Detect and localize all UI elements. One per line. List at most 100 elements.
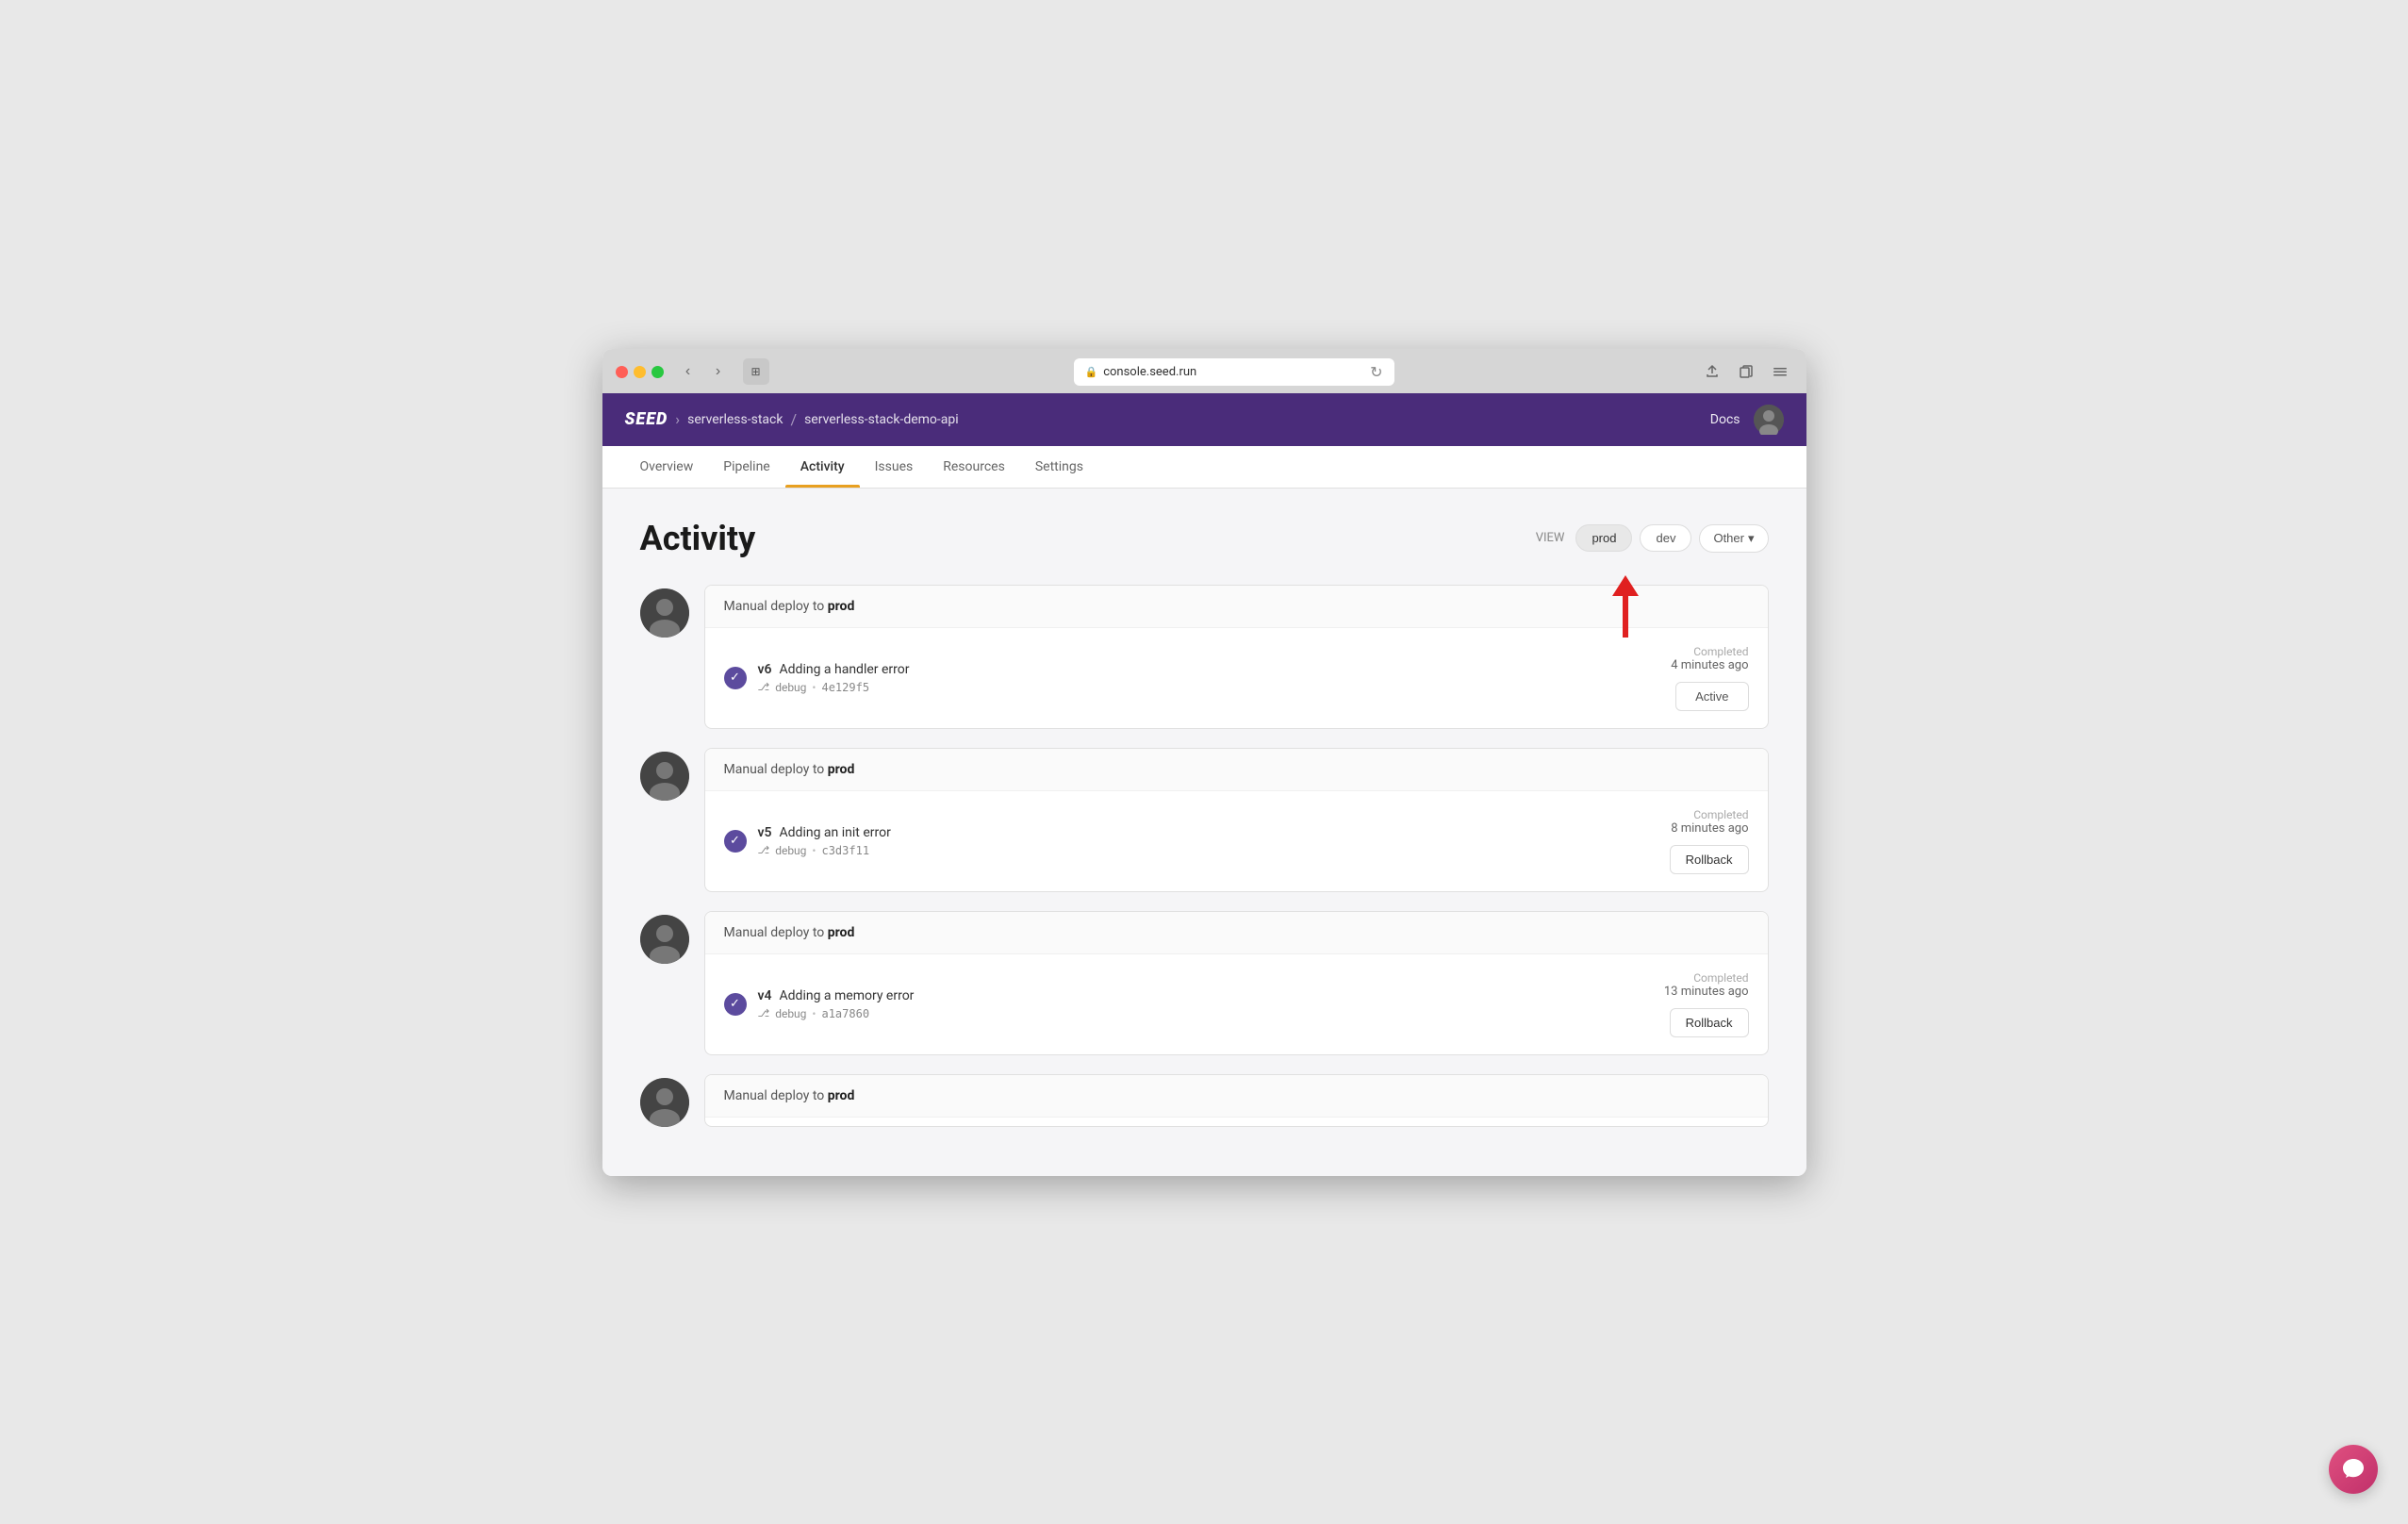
chevron-down-icon: ▾	[1748, 531, 1755, 546]
traffic-lights	[616, 366, 664, 378]
commit-1: 4e129f5	[821, 681, 869, 694]
tab-activity[interactable]: Activity	[785, 446, 860, 488]
breadcrumb-app[interactable]: serverless-stack-demo-api	[804, 412, 959, 427]
deploy-env-1: prod	[828, 599, 855, 614]
version-meta-2: ⎇ debug • c3d3f11	[758, 844, 1658, 857]
time-label-1: 4 minutes ago	[1671, 658, 1748, 672]
tab-pipeline[interactable]: Pipeline	[708, 446, 785, 488]
branch-1: debug	[775, 681, 806, 694]
activity-group-3: Manual deploy to prod ✓ v4 Adding a memo…	[640, 911, 1769, 1055]
deploy-text-1: Manual deploy to prod	[724, 599, 855, 614]
status-time-1: Completed 4 minutes ago	[1671, 645, 1748, 672]
activity-card-header-1: Manual deploy to prod	[705, 586, 1768, 628]
active-button-1[interactable]: Active	[1675, 682, 1748, 711]
close-button[interactable]	[616, 366, 628, 378]
activity-actions-2: Completed 8 minutes ago Rollback	[1670, 808, 1749, 874]
status-time-2: Completed 8 minutes ago	[1671, 808, 1748, 836]
activity-card-body-3: ✓ v4 Adding a memory error ⎇ debug • a1a…	[705, 954, 1768, 1054]
activity-card-body-1: ✓ v6 Adding a handler error ⎇ debug • 4e…	[705, 628, 1768, 728]
main-content: Activity VIEW prod dev Other ▾	[602, 489, 1806, 1176]
branch-2: debug	[775, 844, 806, 857]
activity-card-header-3: Manual deploy to prod	[705, 912, 1768, 954]
view-label: VIEW	[1536, 531, 1565, 545]
version-line-1: v6 Adding a handler error	[758, 662, 1660, 677]
deploy-env-4: prod	[828, 1088, 855, 1103]
deploy-env-3: prod	[828, 925, 855, 940]
app-header: SEED › serverless-stack / serverless-sta…	[602, 393, 1806, 446]
time-label-2: 8 minutes ago	[1671, 821, 1748, 836]
activity-avatar-4	[640, 1078, 689, 1127]
back-button[interactable]: ‹	[675, 358, 701, 385]
tab-overview[interactable]: Overview	[625, 446, 709, 488]
version-info-3: v4 Adding a memory error ⎇ debug • a1a78…	[758, 988, 1653, 1020]
arrow-shaft	[1623, 596, 1628, 638]
activity-card-body-2: ✓ v5 Adding an init error ⎇ debug • c3d3…	[705, 791, 1768, 891]
activity-actions-3: Completed 13 minutes ago Rollback	[1664, 971, 1749, 1037]
status-time-3: Completed 13 minutes ago	[1664, 971, 1749, 999]
version-line-2: v5 Adding an init error	[758, 825, 1658, 840]
more-button[interactable]	[1767, 358, 1793, 385]
header-right: Docs	[1710, 405, 1784, 435]
filter-prod-button[interactable]: prod	[1575, 524, 1632, 552]
rollback-button-2[interactable]: Rollback	[1670, 845, 1749, 874]
git-icon-1: ⎇	[758, 681, 770, 693]
version-meta-3: ⎇ debug • a1a7860	[758, 1007, 1653, 1020]
lock-icon: 🔒	[1085, 366, 1098, 378]
commit-3: a1a7860	[821, 1007, 869, 1020]
tab-issues[interactable]: Issues	[860, 446, 929, 488]
deploy-text-4: Manual deploy to prod	[724, 1088, 855, 1103]
time-label-3: 13 minutes ago	[1664, 985, 1749, 999]
tab-settings[interactable]: Settings	[1020, 446, 1098, 488]
tab-resources[interactable]: Resources	[928, 446, 1020, 488]
nav-buttons: ‹ ›	[675, 358, 732, 385]
status-label-2: Completed	[1671, 808, 1748, 821]
branch-3: debug	[775, 1007, 806, 1020]
reload-icon[interactable]: ↻	[1370, 363, 1382, 381]
activity-actions-1: Completed 4 minutes ago Active	[1671, 645, 1748, 711]
version-num-3: v4	[758, 988, 772, 1003]
activity-card-3: Manual deploy to prod ✓ v4 Adding a memo…	[704, 911, 1769, 1055]
forward-button[interactable]: ›	[705, 358, 732, 385]
seed-logo[interactable]: SEED	[625, 409, 668, 429]
version-num-2: v5	[758, 825, 772, 840]
page-header: Activity VIEW prod dev Other ▾	[640, 519, 1769, 558]
docs-link[interactable]: Docs	[1710, 412, 1740, 427]
nav-tabs: Overview Pipeline Activity Issues Resour…	[602, 446, 1806, 489]
address-bar-container: 🔒 console.seed.run ↻	[781, 358, 1688, 386]
address-bar[interactable]: 🔒 console.seed.run ↻	[1074, 358, 1394, 386]
version-meta-1: ⎇ debug • 4e129f5	[758, 681, 1660, 694]
browser-window: ‹ › ⊞ 🔒 console.seed.run ↻	[602, 349, 1806, 1176]
activity-card-header-2: Manual deploy to prod	[705, 749, 1768, 791]
browser-actions	[1699, 358, 1793, 385]
header-left: SEED › serverless-stack / serverless-sta…	[625, 409, 959, 429]
activity-avatar-3	[640, 915, 689, 964]
window-mode-button[interactable]: ⊞	[743, 358, 769, 385]
deploy-text-2: Manual deploy to prod	[724, 762, 855, 777]
check-icon-2: ✓	[724, 830, 747, 853]
filter-other-button[interactable]: Other ▾	[1699, 524, 1768, 553]
activity-avatar-2	[640, 752, 689, 801]
maximize-button[interactable]	[651, 366, 664, 378]
activity-card-header-4: Manual deploy to prod	[705, 1075, 1768, 1118]
arrow-indicator	[1612, 575, 1639, 638]
filter-dev-button[interactable]: dev	[1640, 524, 1691, 552]
git-icon-2: ⎇	[758, 844, 770, 856]
version-info-1: v6 Adding a handler error ⎇ debug • 4e12…	[758, 662, 1660, 694]
breadcrumb-sep-1: ›	[675, 410, 680, 428]
duplicate-button[interactable]	[1733, 358, 1759, 385]
page-title: Activity	[640, 519, 756, 558]
tab-bar	[602, 386, 1806, 393]
minimize-button[interactable]	[634, 366, 646, 378]
activity-card-2: Manual deploy to prod ✓ v5 Adding an ini…	[704, 748, 1769, 892]
url-text: console.seed.run	[1103, 365, 1196, 379]
breadcrumb-org[interactable]: serverless-stack	[687, 412, 783, 427]
activity-group-4: Manual deploy to prod	[640, 1074, 1769, 1127]
activity-group-1: Manual deploy to prod ✓ v6 Adding a hand…	[640, 585, 1769, 729]
version-info-2: v5 Adding an init error ⎇ debug • c3d3f1…	[758, 825, 1658, 857]
share-button[interactable]	[1699, 358, 1725, 385]
version-msg-2: Adding an init error	[780, 825, 891, 840]
version-num-1: v6	[758, 662, 772, 677]
rollback-button-3[interactable]: Rollback	[1670, 1008, 1749, 1037]
chat-button[interactable]	[2329, 1445, 2378, 1494]
avatar[interactable]	[1754, 405, 1784, 435]
